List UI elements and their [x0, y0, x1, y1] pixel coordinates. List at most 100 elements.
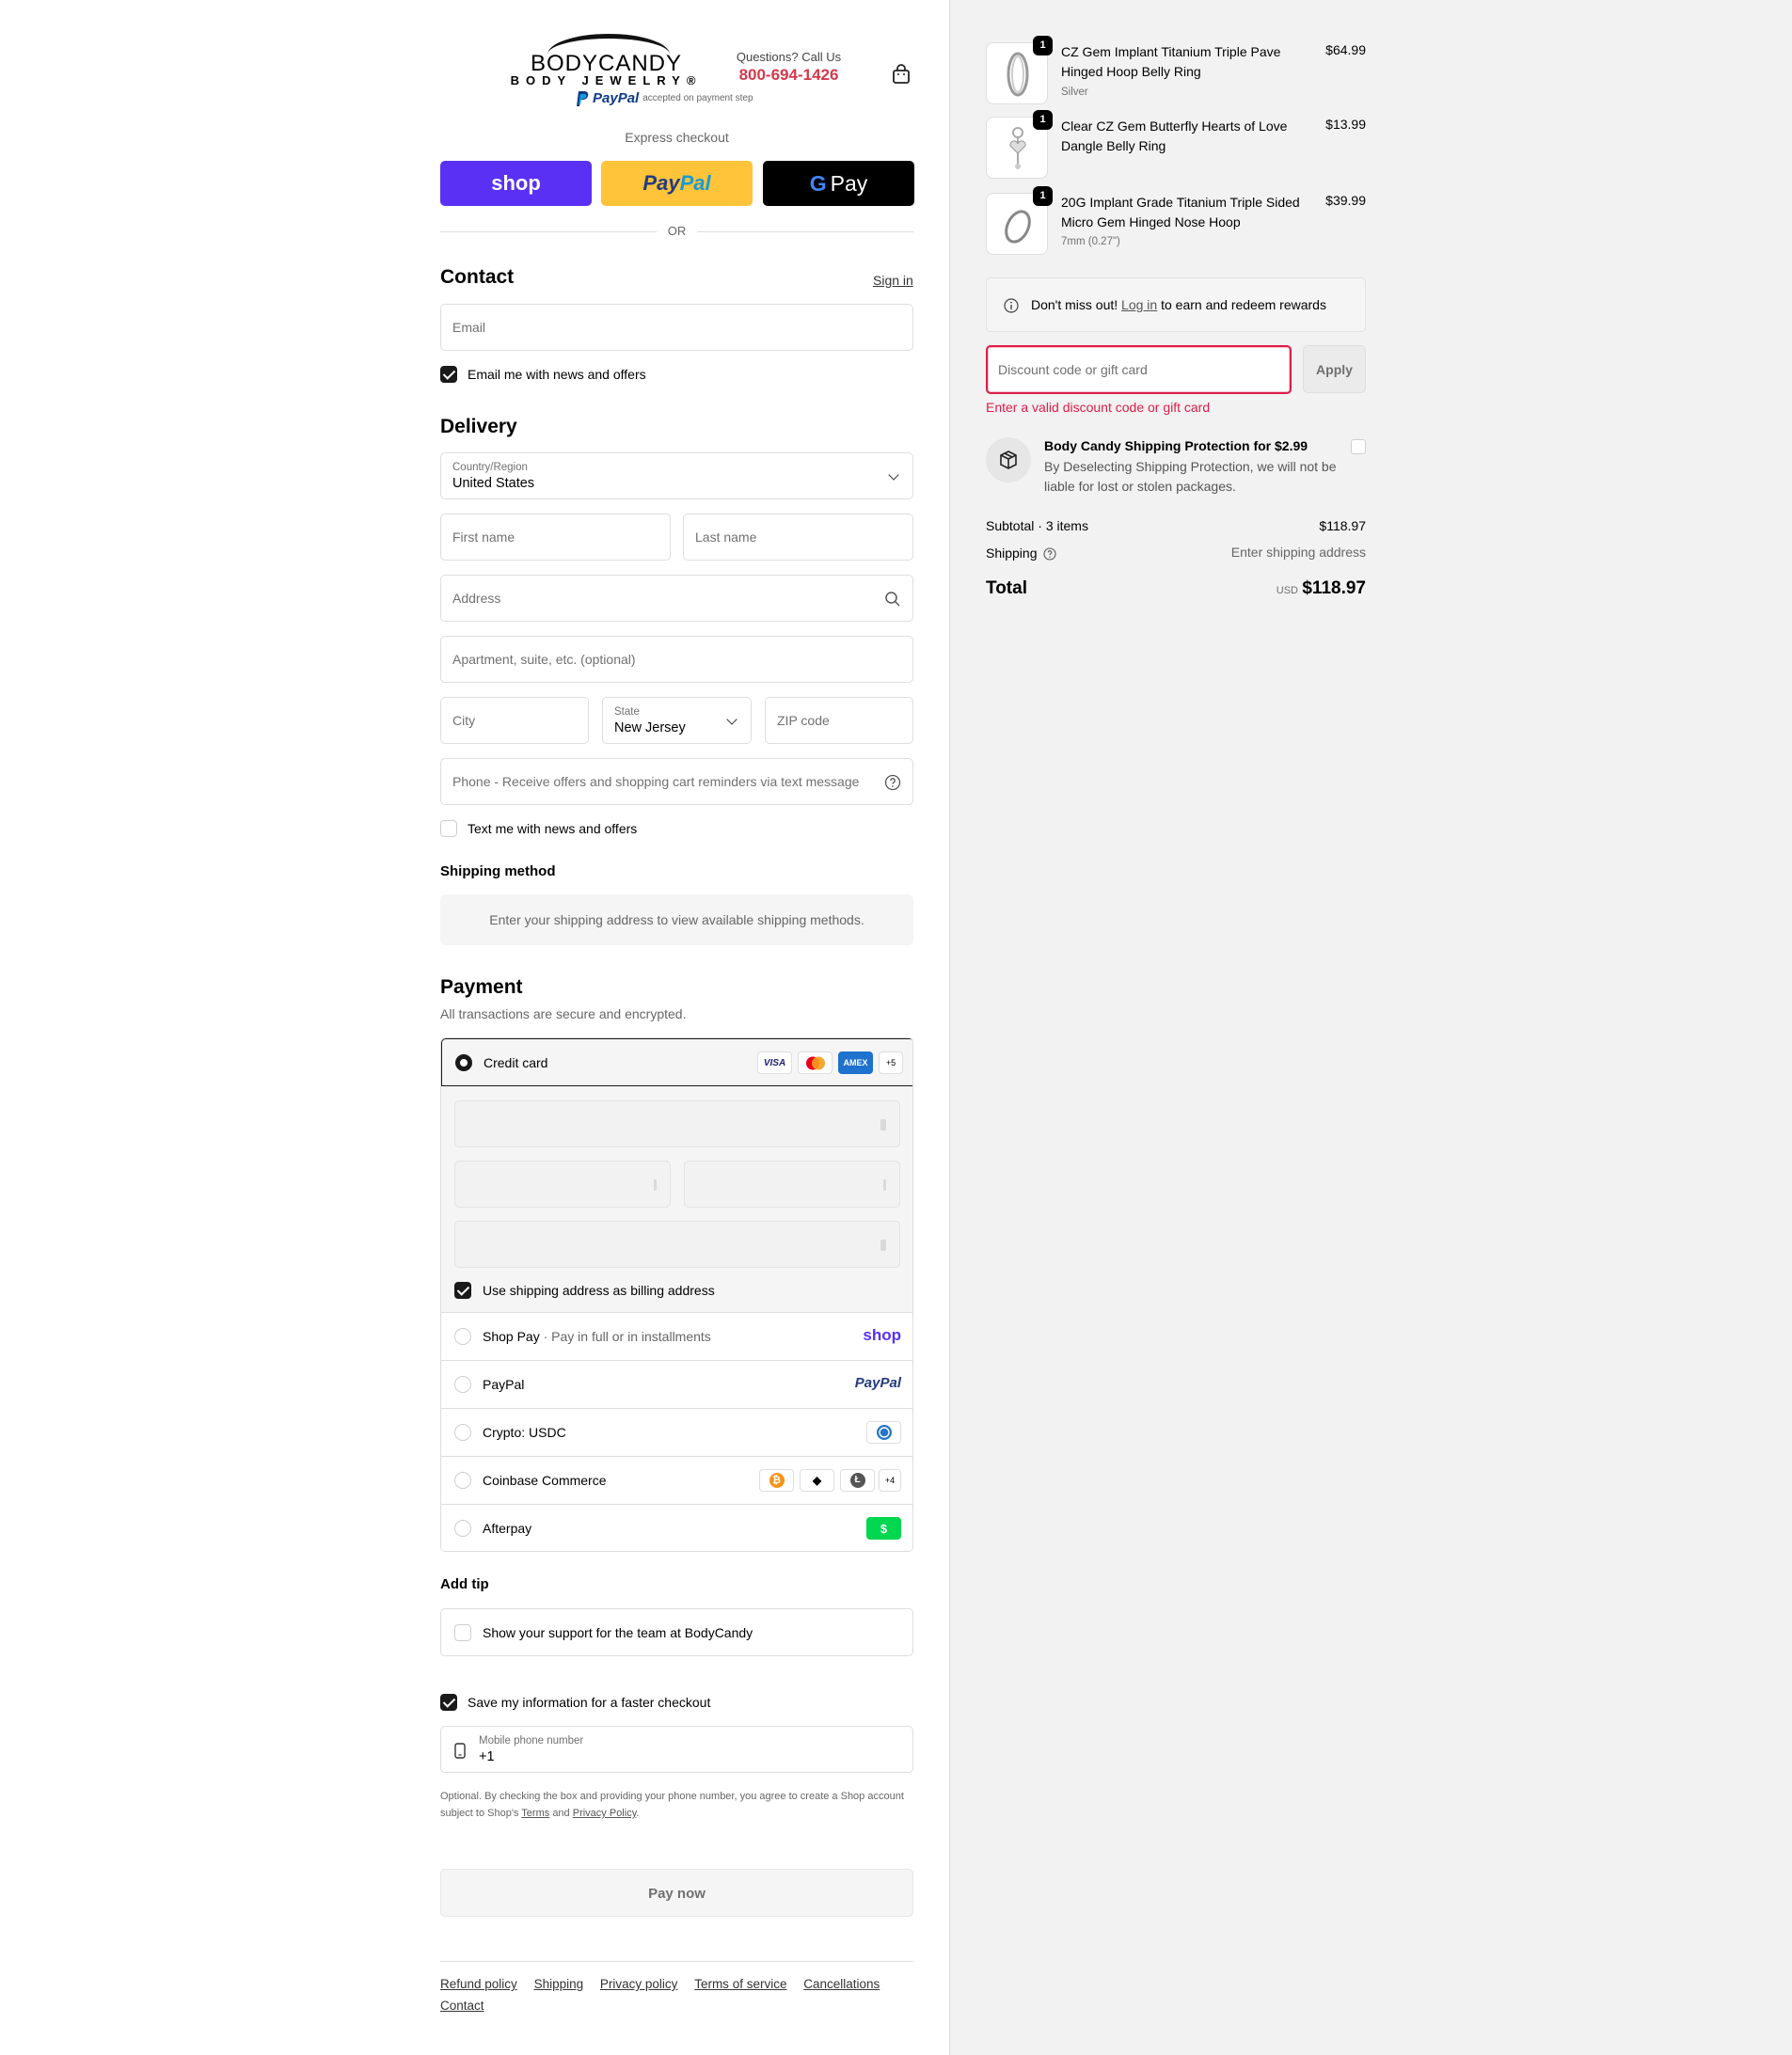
paypal-radio[interactable] [454, 1376, 471, 1393]
cancellations-link[interactable]: Cancellations [803, 1977, 880, 1991]
paypal-label: PayPal [483, 1377, 525, 1392]
item-price: $39.99 [1325, 193, 1366, 208]
card-number-field[interactable] [454, 1100, 900, 1147]
afterpay-label: Afterpay [483, 1521, 532, 1536]
shop-pay-button[interactable]: shop [440, 161, 592, 206]
add-tip-title: Add tip [440, 1576, 489, 1592]
contact-link[interactable]: Contact [440, 1999, 484, 2013]
shipping-value: Enter shipping address [1230, 545, 1366, 560]
email-news-checkbox[interactable] [440, 366, 457, 383]
or-divider: OR [440, 224, 913, 239]
last-name-field[interactable]: Last name [683, 514, 913, 561]
footer-links: Refund policy Shipping Privacy policy Te… [440, 1977, 913, 2020]
crypto-usdc-radio[interactable] [454, 1424, 471, 1441]
mobile-phone-field[interactable]: Mobile phone number +1 [440, 1726, 913, 1773]
apartment-field[interactable]: Apartment, suite, etc. (optional) [440, 636, 913, 683]
lock-icon [880, 1119, 886, 1130]
mobile-phone-label: Mobile phone number [479, 1735, 584, 1747]
payment-methods: Credit card VISA AMEX +5 Use shipping ad… [440, 1037, 913, 1552]
payment-title: Payment [440, 976, 523, 998]
sign-in-link[interactable]: Sign in [873, 273, 913, 288]
state-select[interactable]: State New Jersey [602, 697, 752, 744]
apply-discount-button[interactable]: Apply [1303, 345, 1366, 393]
country-select[interactable]: Country/Region United States [440, 452, 913, 499]
email-field[interactable]: Email [440, 304, 913, 351]
paypal-p-icon [577, 90, 589, 106]
terms-of-service-link[interactable]: Terms of service [694, 1977, 786, 1991]
credit-card-radio[interactable] [455, 1054, 472, 1071]
cart-item: 1 20G Implant Grade Titanium Triple Side… [986, 186, 1366, 255]
first-name-placeholder: First name [452, 530, 515, 545]
shipping-link[interactable]: Shipping [534, 1977, 584, 1991]
subtotal-value: $118.97 [1319, 518, 1366, 533]
phone-number[interactable]: 800-694-1426 [730, 66, 848, 85]
paypal-logo-text: PayPal [593, 90, 640, 106]
crypto-usdc-option[interactable]: Crypto: USDC [441, 1408, 912, 1456]
zip-field[interactable]: ZIP code [765, 697, 913, 744]
expiration-field[interactable] [454, 1161, 671, 1208]
discount-code-input[interactable]: Discount code or gift card [986, 345, 1292, 394]
state-value: New Jersey [614, 720, 686, 735]
privacy-link[interactable]: Privacy Policy [573, 1808, 637, 1819]
afterpay-radio[interactable] [454, 1520, 471, 1537]
log-in-link[interactable]: Log in [1121, 297, 1157, 312]
quantity-badge: 1 [1033, 186, 1053, 206]
item-variant: Silver [1061, 87, 1088, 98]
item-name: CZ Gem Implant Titanium Triple Pave Hing… [1061, 44, 1281, 79]
legal-and: and [552, 1808, 570, 1819]
address-field[interactable]: Address [440, 575, 913, 622]
paypal-option[interactable]: PayPal PayPal [441, 1360, 912, 1408]
brand-logo[interactable]: BODYCANDY BODY JEWELRY® [500, 34, 712, 87]
shipping-row: Shipping Enter shipping address [986, 545, 1366, 561]
credit-card-form: Use shipping address as billing address [441, 1086, 912, 1312]
privacy-policy-link[interactable]: Privacy policy [600, 1977, 678, 1991]
protection-checkbox[interactable] [1351, 439, 1366, 454]
shop-pay-option[interactable]: Shop Pay · Pay in full or in installment… [441, 1312, 912, 1360]
cart-item: 1 Clear CZ Gem Butterfly Hearts of Love … [986, 110, 1366, 179]
city-field[interactable]: City [440, 697, 589, 744]
name-on-card-field[interactable] [454, 1221, 900, 1268]
help-circle-icon[interactable] [1043, 547, 1056, 561]
legal-prefix: Optional. By checking the box and provid… [440, 1791, 904, 1819]
shopping-bag-icon[interactable] [892, 64, 911, 85]
text-news-checkbox[interactable] [440, 820, 457, 837]
litecoin-glyph: Ł [849, 1473, 865, 1488]
coinbase-label: Coinbase Commerce [483, 1473, 607, 1488]
mastercard-icon [798, 1051, 833, 1074]
billing-same-label: Use shipping address as billing address [483, 1283, 715, 1298]
shop-pay-radio[interactable] [454, 1328, 471, 1345]
refund-policy-link[interactable]: Refund policy [440, 1977, 517, 1991]
tip-option[interactable]: Show your support for the team at BodyCa… [440, 1608, 913, 1656]
phone-field[interactable]: Phone - Receive offers and shopping cart… [440, 758, 913, 805]
terms-link[interactable]: Terms [521, 1808, 549, 1819]
save-info-checkbox[interactable] [440, 1694, 457, 1711]
paypal-accepted-note: PayPal accepted on payment step [576, 90, 753, 106]
google-pay-button[interactable]: G Pay [763, 161, 914, 206]
tip-checkbox[interactable] [454, 1624, 471, 1641]
coinbase-option[interactable]: Coinbase Commerce ₿ ◆ Ł +4 [441, 1456, 912, 1504]
checkout-main: BODYCANDY BODY JEWELRY® Questions? Call … [0, 0, 949, 2055]
email-placeholder: Email [452, 320, 486, 335]
paypal-express-button[interactable]: Pay Pal [601, 161, 753, 206]
cash-icon: $ [866, 1517, 901, 1540]
chevron-down-icon [726, 714, 737, 725]
billing-same-checkbox[interactable] [454, 1282, 471, 1299]
help-circle-icon[interactable] [884, 774, 901, 791]
quantity-badge: 1 [1033, 110, 1053, 130]
shop-logo-icon: shop [863, 1326, 901, 1344]
afterpay-option[interactable]: Afterpay $ [441, 1504, 912, 1551]
save-info-label: Save my information for a faster checkou… [468, 1695, 711, 1710]
payment-subtitle: All transactions are secure and encrypte… [440, 1006, 687, 1021]
shipping-method-title: Shipping method [440, 863, 556, 879]
pay-now-button[interactable]: Pay now [440, 1869, 913, 1917]
lock-icon [880, 1240, 886, 1251]
security-code-field[interactable] [684, 1161, 900, 1208]
rewards-prefix: Don't miss out! [1031, 297, 1118, 312]
credit-card-option[interactable]: Credit card VISA AMEX +5 [441, 1038, 912, 1086]
discount-error: Enter a valid discount code or gift card [986, 400, 1211, 415]
bitcoin-icon: ₿ [759, 1469, 794, 1492]
first-name-field[interactable]: First name [440, 514, 671, 561]
paypal-logo-icon: PayPal [854, 1375, 901, 1391]
coinbase-radio[interactable] [454, 1472, 471, 1489]
search-icon[interactable] [884, 591, 901, 608]
